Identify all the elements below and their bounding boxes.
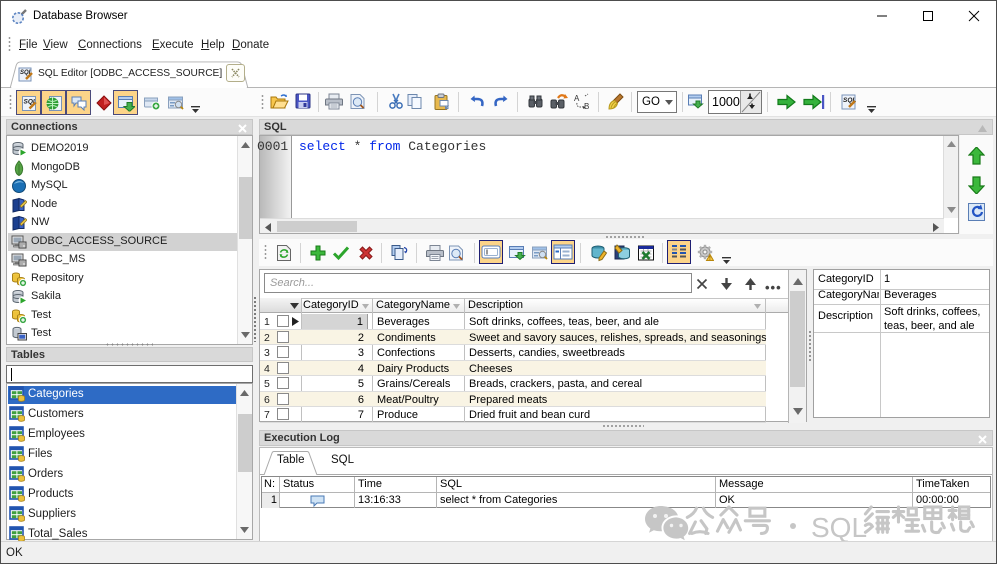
svg-text:!: ! bbox=[709, 256, 711, 262]
svg-text:A: A bbox=[574, 94, 580, 103]
svg-text:B: B bbox=[584, 102, 589, 110]
svg-text:SQL: SQL bbox=[811, 512, 867, 543]
